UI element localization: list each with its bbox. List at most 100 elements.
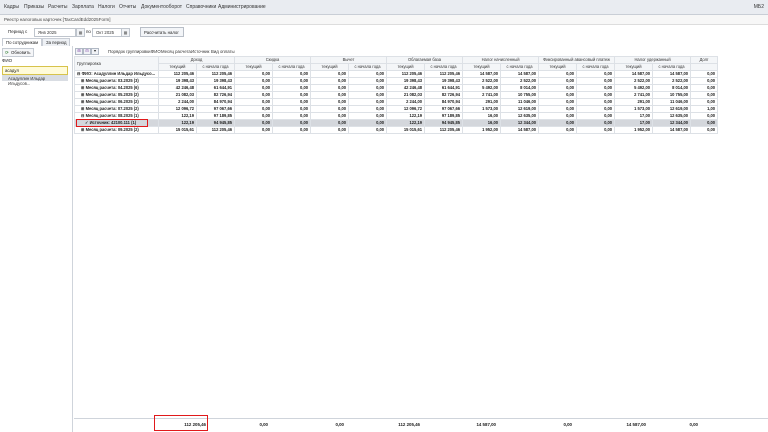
column-subheader[interactable]: с начала года bbox=[576, 63, 616, 71]
highlight-box bbox=[76, 119, 148, 127]
column-subheader[interactable]: текущий bbox=[614, 63, 654, 71]
employee-list-item[interactable]: Асадуллин Ильдар Ильдусов... bbox=[2, 75, 68, 86]
table-cell: 84 970,94 bbox=[195, 98, 236, 106]
calendar-icon[interactable]: ▦ bbox=[76, 28, 85, 37]
table-cell: 12 635,00 bbox=[652, 112, 692, 120]
column-header[interactable]: Группировка bbox=[74, 56, 159, 71]
date-from-field[interactable]: Янв 2025 bbox=[34, 28, 76, 37]
table-cell: 0,00 bbox=[690, 98, 719, 106]
column-subheader[interactable]: текущий bbox=[386, 63, 426, 71]
table-cell: 0,00 bbox=[538, 98, 578, 106]
total-taxable-base: 112 205,46 bbox=[398, 422, 420, 427]
table-row[interactable]: ⊞ Месяц расчета: 06.2025 (2) 2 244,00 84 9… bbox=[74, 98, 719, 106]
group-chip-source[interactable]: Источник bbox=[191, 49, 209, 54]
menu-item-salary[interactable]: Зарплата bbox=[72, 4, 94, 10]
table-row[interactable]: ⊟ ФИО: Асадуллин Ильдар Ильдусо... 112 20… bbox=[74, 70, 719, 78]
table-cell: 122,19 bbox=[386, 119, 426, 127]
table-cell: 14 587,00 bbox=[652, 70, 692, 78]
column-subheader[interactable]: с начала года bbox=[424, 63, 464, 71]
menu-item-taxes[interactable]: Налоги bbox=[98, 4, 115, 10]
menu-item-staff[interactable]: Кадры bbox=[4, 4, 19, 10]
calendar-icon[interactable]: ▦ bbox=[121, 28, 130, 37]
group-chip-fio[interactable]: ФИО bbox=[151, 49, 161, 54]
menu-item-administration[interactable]: Администрирование bbox=[218, 4, 266, 10]
table-cell: 0,00 bbox=[272, 119, 312, 127]
column-header[interactable]: Фиксированный авансовый платеж bbox=[538, 56, 616, 64]
menu-item-directories[interactable]: Справочники bbox=[186, 4, 216, 10]
group-order-label: Порядок группировки: bbox=[108, 48, 152, 54]
column-header[interactable]: Скидка bbox=[234, 56, 312, 64]
table-cell: 0,00 bbox=[310, 70, 350, 78]
fio-label: ФИО bbox=[2, 58, 13, 63]
column-subheader[interactable]: с начала года bbox=[272, 63, 312, 71]
total-tax-withheld: 14 587,00 bbox=[626, 422, 646, 427]
table-cell: 0,00 bbox=[234, 70, 274, 78]
table-cell: 0,00 bbox=[690, 112, 719, 120]
table-cell: 61 644,91 bbox=[195, 84, 236, 92]
table-cell: 8 014,00 bbox=[652, 84, 692, 92]
column-subheader[interactable]: с начала года bbox=[195, 63, 236, 71]
table-cell: 0,00 bbox=[348, 84, 388, 92]
table-row[interactable]: ⊞ Месяц расчета: 07.2025 (2) 12 096,72 97 … bbox=[74, 105, 719, 113]
column-subheader[interactable]: текущий bbox=[538, 63, 578, 71]
table-cell: 0,00 bbox=[576, 126, 616, 134]
menu-item-orders[interactable]: Приказы bbox=[24, 4, 44, 10]
table-row[interactable]: ✓ Источник: 42100.111 (1) 122,19 94 945,85… bbox=[74, 119, 719, 127]
column-header[interactable]: Вычет bbox=[310, 56, 388, 64]
table-cell: 42 246,48 bbox=[158, 84, 197, 92]
table-cell: 0,00 bbox=[576, 70, 616, 78]
table-row[interactable]: ⊟ Месяц расчета: 08.2025 (1) 122,19 97 189… bbox=[74, 112, 719, 120]
column-subheader[interactable]: с начала года bbox=[500, 63, 540, 71]
total-debt: 0,00 bbox=[689, 422, 698, 427]
table-row[interactable]: ⊞ Месяц расчета: 03.2025 (3) 19 398,43 19 … bbox=[74, 77, 719, 85]
table-cell: 16,00 bbox=[462, 112, 502, 120]
column-subheader[interactable]: текущий bbox=[234, 63, 274, 71]
document-title: Реестр налоговых карточек [TaxCardEdd202… bbox=[4, 17, 111, 22]
menu-item-reports[interactable]: Отчеты bbox=[119, 4, 136, 10]
table-row[interactable]: ⊞ Месяц расчета: 09.2025 (2) 15 015,61 112… bbox=[74, 126, 719, 134]
column-header[interactable]: Доход bbox=[157, 56, 236, 64]
calculate-tax-button[interactable]: Рассчитать налог bbox=[140, 27, 184, 37]
group-chip-payment-type[interactable]: Вид оплаты bbox=[211, 49, 235, 54]
column-subheader[interactable]: текущий bbox=[158, 63, 197, 71]
column-header[interactable]: Налог начисленный bbox=[462, 56, 540, 64]
table-cell: 15 015,61 bbox=[158, 126, 197, 134]
date-to-field[interactable]: Окт 2025 bbox=[92, 28, 122, 37]
tax-card-grid: Группировка Доход Скидка Вычет Облагаема… bbox=[74, 56, 719, 134]
expand-icon[interactable]: ⊞ bbox=[75, 48, 83, 55]
filter-icon[interactable]: ▾ bbox=[91, 48, 99, 55]
column-header[interactable]: Долг bbox=[690, 56, 719, 64]
column-subheader[interactable]: с начала года bbox=[652, 63, 692, 71]
table-cell: 0,00 bbox=[348, 105, 388, 113]
column-subheader[interactable]: текущий bbox=[310, 63, 350, 71]
collapse-icon[interactable]: ⊟ bbox=[83, 48, 91, 55]
table-cell: 0,00 bbox=[310, 119, 350, 127]
column-header[interactable]: Налог удержанный bbox=[614, 56, 692, 64]
column-header[interactable]: Облагаемая база bbox=[386, 56, 464, 64]
table-cell: 14 587,00 bbox=[500, 70, 540, 78]
column-subheader[interactable]: с начала года bbox=[348, 63, 388, 71]
table-cell: 0,00 bbox=[538, 91, 578, 99]
table-row[interactable]: ⊞ Месяц расчета: 05.2025 (2) 21 082,03 82 … bbox=[74, 91, 719, 99]
menu-item-docflow[interactable]: Документооборот bbox=[141, 4, 182, 10]
table-cell: 1 952,00 bbox=[462, 126, 502, 134]
view-tabs: По сотрудникам За период bbox=[0, 38, 72, 47]
table-cell: 0,00 bbox=[272, 84, 312, 92]
menu-item-calculations[interactable]: Расчеты bbox=[48, 4, 68, 10]
table-cell: 0,00 bbox=[310, 105, 350, 113]
to-label: по bbox=[86, 29, 91, 34]
table-cell: 0,00 bbox=[310, 84, 350, 92]
column-subheader[interactable]: текущий bbox=[462, 63, 502, 71]
column-subheader bbox=[690, 63, 719, 71]
employee-search-input[interactable]: асадул bbox=[2, 66, 68, 75]
employee-panel: ⟳ Обновить ФИО асадул Асадуллин Ильдар И… bbox=[0, 46, 73, 432]
refresh-button[interactable]: ⟳ Обновить bbox=[2, 48, 34, 57]
table-cell: 0,00 bbox=[310, 77, 350, 85]
table-cell: 0,00 bbox=[690, 126, 719, 134]
table-cell: 291,00 bbox=[462, 98, 502, 106]
table-row[interactable]: ⊞ Месяц расчета: 04.2025 (6) 42 246,48 61 … bbox=[74, 84, 719, 92]
refresh-icon: ⟳ bbox=[5, 50, 9, 55]
row-label: ⊞ Месяц расчета: 04.2025 (6) bbox=[74, 84, 159, 92]
group-chip-month[interactable]: Месяц расчета bbox=[161, 49, 191, 54]
table-cell: 0,00 bbox=[538, 119, 578, 127]
